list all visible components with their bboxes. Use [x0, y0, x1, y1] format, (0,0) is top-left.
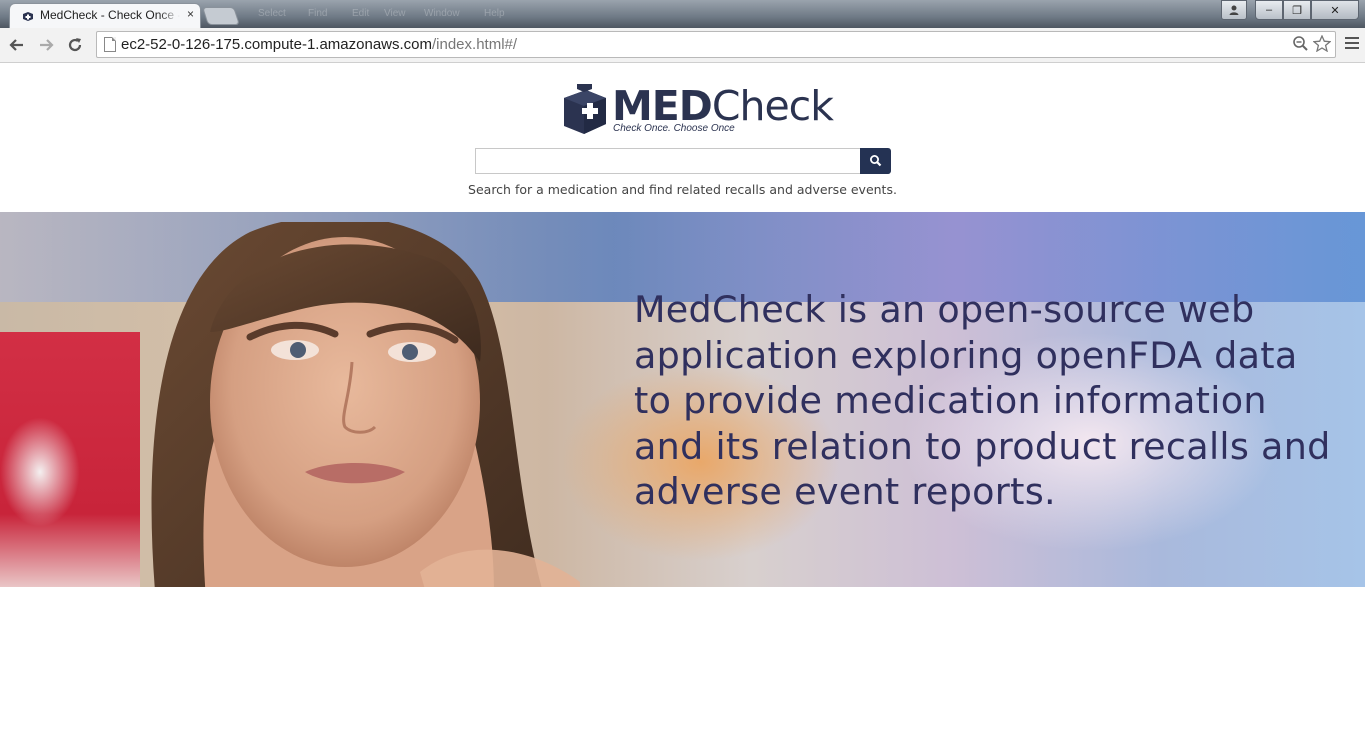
hero-description: MedCheck is an open-source web applicati…	[634, 288, 1331, 513]
tab-close-icon[interactable]: ×	[187, 7, 194, 21]
ghost-menu-text: Window	[424, 8, 460, 19]
address-bar[interactable]: ec2-52-0-126-175.compute-1.amazonaws.com…	[96, 31, 1336, 58]
omnibox-icons	[1292, 35, 1331, 52]
ghost-menu-text: View	[384, 8, 406, 19]
url-path: /index.html#/	[432, 36, 518, 53]
ghost-menu-text: Select	[258, 8, 286, 19]
medcheck-logo[interactable]: MEDCheck Check Once. Choose Once	[562, 82, 834, 140]
logo-tagline: Check Once. Choose Once	[613, 123, 735, 134]
user-icon[interactable]	[1221, 0, 1247, 20]
browser-titlebar: Select Find Edit View Window Help MedChe…	[0, 0, 1365, 28]
search-input[interactable]	[475, 148, 860, 174]
reload-icon[interactable]	[64, 34, 86, 56]
back-icon[interactable]	[6, 34, 28, 56]
browser-tab-active[interactable]: MedCheck - Check Once - Choose Once ×	[10, 4, 200, 28]
new-tab-button[interactable]	[203, 8, 239, 24]
forward-icon[interactable]	[35, 34, 57, 56]
tab-title: MedCheck - Check Once - Choose Once	[40, 8, 180, 22]
maximize-button[interactable]: ❐	[1283, 0, 1311, 20]
menu-icon[interactable]	[1345, 35, 1359, 52]
user-silhouette-icon	[1229, 5, 1239, 15]
window-controls: – ❐ ✕	[1221, 0, 1359, 20]
search-help-text: Search for a medication and find related…	[468, 182, 897, 197]
search-button[interactable]	[860, 148, 891, 174]
medcheck-favicon-icon	[23, 12, 33, 21]
browser-toolbar: ec2-52-0-126-175.compute-1.amazonaws.com…	[0, 28, 1365, 63]
ghost-menu-text: Find	[308, 8, 328, 19]
ghost-menu-text: Help	[484, 8, 505, 19]
url-text[interactable]: ec2-52-0-126-175.compute-1.amazonaws.com…	[121, 36, 517, 53]
hero-banner: MedCheck is an open-source web applicati…	[0, 212, 1365, 587]
star-icon[interactable]	[1313, 35, 1331, 52]
search-form	[475, 148, 891, 174]
zoom-icon[interactable]	[1292, 35, 1309, 52]
minimize-button[interactable]: –	[1255, 0, 1283, 20]
close-window-button[interactable]: ✕	[1311, 0, 1359, 20]
woman-portrait-image	[151, 222, 580, 587]
medical-box-logo-icon	[564, 84, 606, 134]
ghost-menu-text: Edit	[352, 8, 370, 19]
hero-background-blur	[0, 417, 80, 527]
url-host: ec2-52-0-126-175.compute-1.amazonaws.com	[121, 36, 432, 53]
search-icon	[869, 155, 882, 167]
page-icon	[104, 37, 116, 52]
